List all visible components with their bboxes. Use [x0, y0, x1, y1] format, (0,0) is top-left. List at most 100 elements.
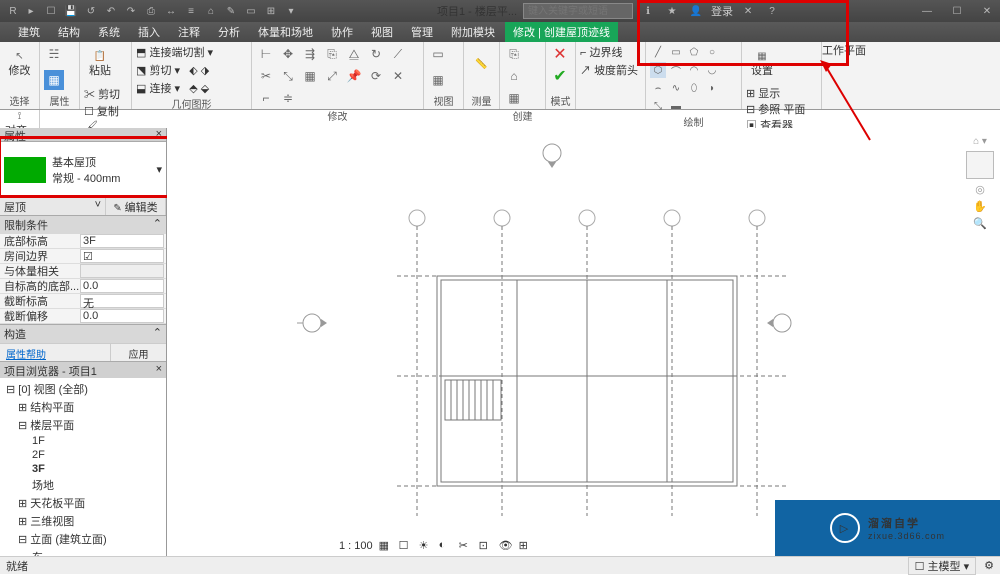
split-icon[interactable]: ✂ [256, 66, 276, 86]
help-icon[interactable]: ? [765, 4, 779, 18]
trim-icon[interactable]: ⟋ [388, 44, 408, 64]
close-browser-icon[interactable]: × [156, 363, 162, 377]
close-icon[interactable]: ✕ [980, 4, 994, 18]
sun-icon[interactable]: ☀ [419, 539, 433, 553]
search-input[interactable] [523, 3, 633, 19]
gap-icon[interactable]: ≑ [278, 88, 298, 108]
tab-manage[interactable]: 管理 [403, 22, 441, 42]
create-similar-icon[interactable]: ⎘ [504, 44, 524, 64]
browser-tree[interactable]: ⊟ [0] 视图 (全部) ⊞ 结构平面 ⊟ 楼层平面 1F 2F 3F 场地 … [0, 378, 166, 556]
view-cube[interactable] [966, 151, 994, 179]
copy-icon[interactable]: ⎘ [322, 44, 342, 64]
print-icon[interactable]: ⎙ [144, 4, 158, 18]
unpin-icon[interactable]: ⟳ [366, 66, 386, 86]
maximize-icon[interactable]: ☐ [950, 4, 964, 18]
tab-insert[interactable]: 插入 [130, 22, 168, 42]
inscribed-icon[interactable]: ⬡ [650, 62, 666, 78]
show-wp-button[interactable]: ⊞ 显示 [746, 85, 805, 101]
paste-button[interactable]: 📋粘贴 [84, 44, 116, 84]
override-icon[interactable]: ▦ [428, 70, 448, 90]
tag-icon[interactable]: ⌂ [204, 4, 218, 18]
pick-wall-icon[interactable]: ▬ [668, 98, 684, 114]
slope-arrow-button[interactable]: ↗ 坡度箭头 [580, 62, 638, 78]
crop-icon[interactable]: ✂ [459, 539, 473, 553]
finish-icon[interactable]: ✔ [550, 66, 570, 86]
nav-wheel-icon[interactable]: ◎ [975, 183, 985, 196]
boundary-button[interactable]: ⌐ 边界线 [580, 44, 622, 60]
section-icon[interactable]: ✎ [224, 4, 238, 18]
redo-icon[interactable]: ↷ [124, 4, 138, 18]
arc-tan-icon[interactable]: ◡ [704, 62, 720, 78]
ref-plane-button[interactable]: ⊟ 参照 平面 [746, 101, 805, 117]
family-icon[interactable]: ⌂ [504, 66, 524, 86]
type-selector[interactable]: 基本屋顶 常规 - 400mm ▾ [0, 142, 166, 197]
close-panel-icon[interactable]: × [156, 128, 162, 141]
pick-line-icon[interactable]: ⤡ [650, 98, 666, 114]
shadow-icon[interactable]: ◐ [439, 539, 453, 553]
pin-icon[interactable]: 📌 [344, 66, 364, 86]
reveal-icon[interactable]: ⊞ [519, 539, 533, 553]
scale-icon[interactable]: ⤢ [322, 66, 342, 86]
new-icon[interactable]: ☐ [44, 4, 58, 18]
scale-button[interactable]: 1 : 100 [339, 540, 373, 552]
tab-arch[interactable]: 建筑 [10, 22, 48, 42]
cutoff-offset-value[interactable]: 0.0 [80, 309, 164, 323]
constraints-section[interactable]: 限制条件⌃ [0, 215, 166, 234]
tab-modify-roof[interactable]: 修改 | 创建屋顶迹线 [505, 22, 618, 42]
visual-style-icon[interactable]: ☐ [399, 539, 413, 553]
tab-analyze[interactable]: 分析 [210, 22, 248, 42]
properties-help-link[interactable]: 属性帮助 [0, 344, 110, 361]
tab-mass[interactable]: 体量和场地 [250, 22, 321, 42]
delete-icon[interactable]: ✕ [388, 66, 408, 86]
arc-center-icon[interactable]: ◠ [686, 62, 702, 78]
rotate-icon[interactable]: ↻ [366, 44, 386, 64]
line-icon[interactable]: ╱ [650, 44, 666, 60]
props-icon[interactable]: ☵ [44, 44, 64, 64]
hide-isolate-icon[interactable]: 👁 [499, 539, 513, 553]
minimize-icon[interactable]: — [920, 4, 934, 18]
filter-icon[interactable]: ⚙ [984, 559, 994, 572]
base-level-value[interactable]: 3F [80, 234, 164, 248]
category-combo[interactable]: 屋顶 ˅ [0, 198, 106, 215]
star-icon[interactable]: ★ [665, 4, 679, 18]
align-icon[interactable]: ≡ [184, 4, 198, 18]
tab-collab[interactable]: 协作 [323, 22, 361, 42]
join-button[interactable]: ⬓ 连接 ▾ ⬘ ⬙ [136, 80, 209, 96]
login-link[interactable]: 登录 [711, 3, 733, 19]
drawing-canvas[interactable]: ⌂ ▾ ◎ ✋ 🔍 1 : 100 ▦ ☐ ☀ ◐ ✂ ⊡ 👁 ⊞ [167, 128, 1000, 556]
extend-icon[interactable]: ⤡ [278, 66, 298, 86]
cancel-icon[interactable]: ✕ [550, 44, 570, 64]
user-icon[interactable]: 👤 [689, 4, 703, 18]
offset-icon[interactable]: ⇶ [300, 44, 320, 64]
corner-icon[interactable]: ⌐ [256, 88, 276, 108]
edit-type-button[interactable]: ✎ 编辑类型 [106, 198, 166, 215]
cope-button[interactable]: ⬒ 连接端切割 ▾ [136, 44, 213, 60]
copy-button[interactable]: ☐ 复制 [84, 103, 120, 119]
info-icon[interactable]: ℹ [641, 4, 655, 18]
cut-geom-button[interactable]: ⬔ 剪切 ▾ ⬖ ⬗ [136, 62, 209, 78]
tab-sys[interactable]: 系统 [90, 22, 128, 42]
cut-button[interactable]: ✂ 剪切 [84, 86, 120, 102]
measure-icon[interactable]: 📏 [468, 44, 495, 84]
construction-section[interactable]: 构造⌃ [0, 324, 166, 343]
exchange-icon[interactable]: ✕ [741, 4, 755, 18]
partial-ellipse-icon[interactable]: ◗ [704, 80, 720, 96]
group-icon[interactable]: ▦ [504, 88, 524, 108]
open-icon[interactable]: ▸ [24, 4, 38, 18]
set-wp-button[interactable]: ▦设置 [746, 44, 778, 84]
save-icon[interactable]: 💾 [64, 4, 78, 18]
align-icon[interactable]: ⊢ [256, 44, 276, 64]
related-mass-check[interactable] [80, 264, 164, 278]
ellipse-icon[interactable]: ⬯ [686, 80, 702, 96]
rect-icon[interactable]: ▭ [668, 44, 684, 60]
base-offset-value[interactable]: 0.0 [80, 279, 164, 293]
nav-zoom-icon[interactable]: 🔍 [973, 217, 987, 230]
modify-button[interactable]: ↖修改 [4, 44, 35, 84]
circle-icon[interactable]: ○ [704, 44, 720, 60]
close-hidden-icon[interactable]: ⊞ [264, 4, 278, 18]
crop-show-icon[interactable]: ⊡ [479, 539, 493, 553]
switch-icon[interactable]: ▾ [284, 4, 298, 18]
move-icon[interactable]: ✥ [278, 44, 298, 64]
nav-pan-icon[interactable]: ✋ [973, 200, 987, 213]
undo-icon[interactable]: ↶ [104, 4, 118, 18]
